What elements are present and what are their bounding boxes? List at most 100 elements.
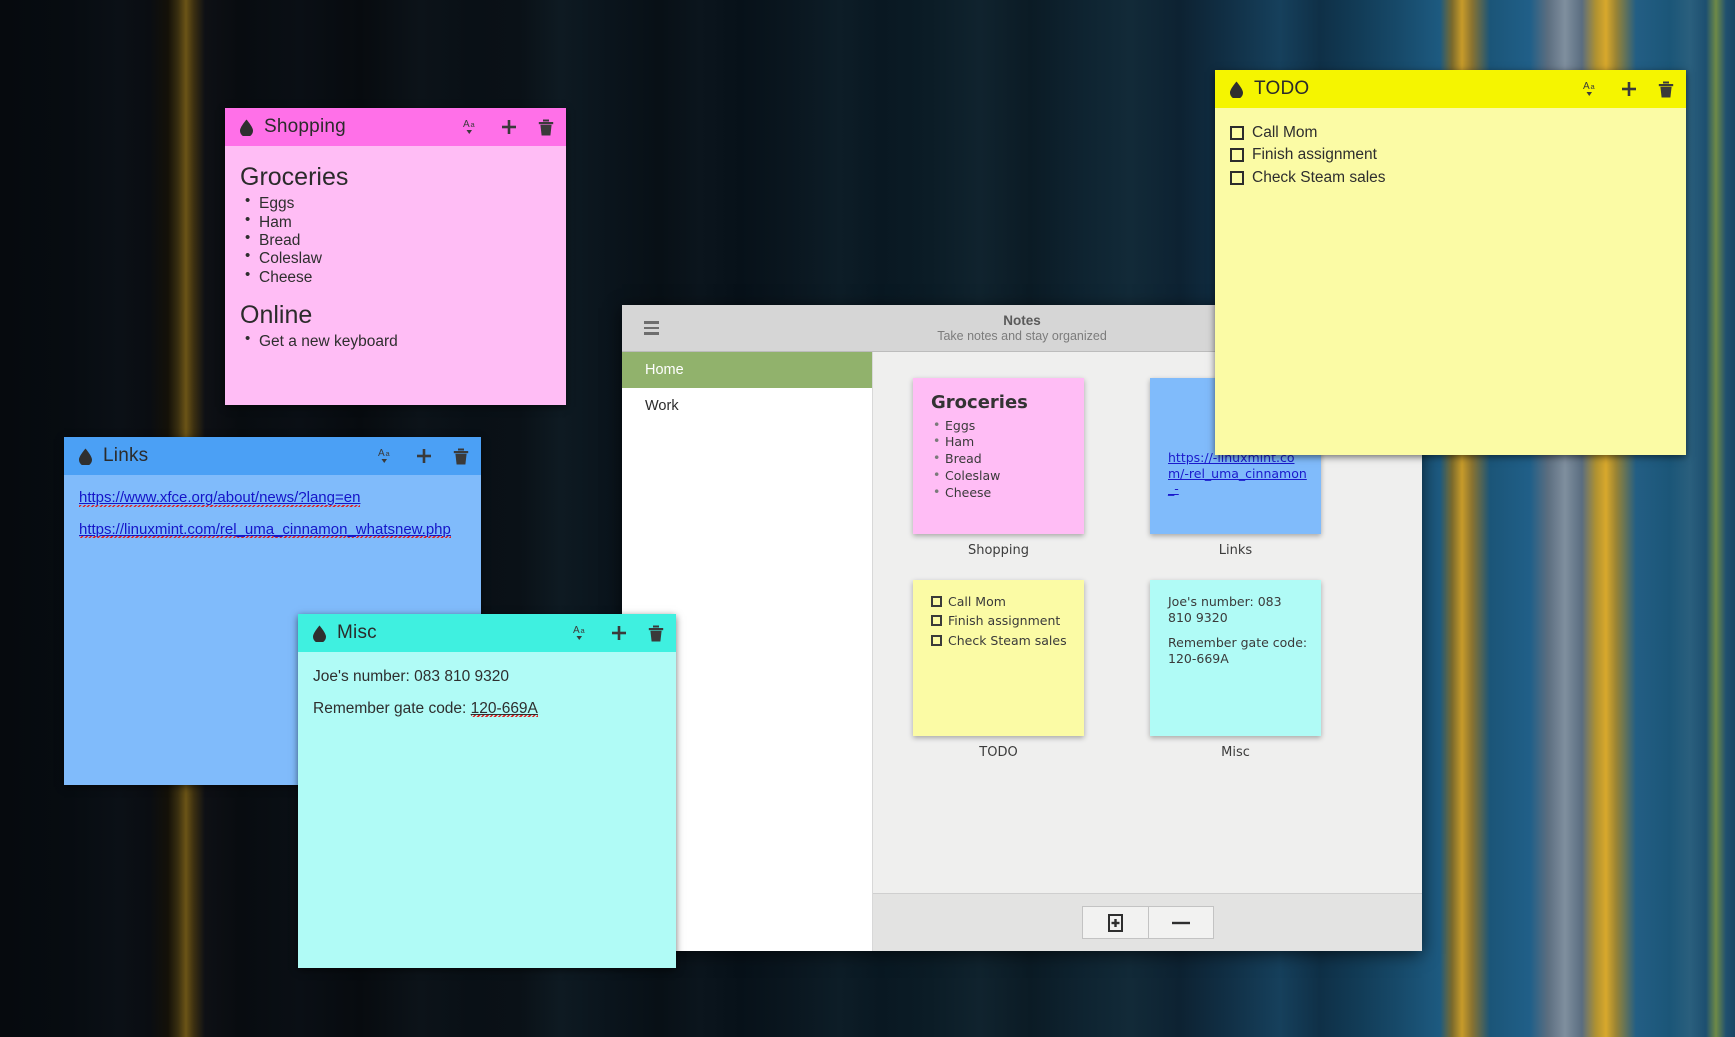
note-list-online: Get a new keyboard xyxy=(240,333,551,350)
note-header: Links A a xyxy=(64,437,481,475)
thumbnail-label: TODO xyxy=(913,745,1084,760)
svg-text:A: A xyxy=(573,625,580,636)
task-label: Call Mom xyxy=(1252,124,1317,142)
list-item: Ham xyxy=(243,214,551,231)
sticky-note-misc[interactable]: Misc A a xyxy=(298,614,676,968)
note-actions: A a xyxy=(378,447,469,465)
note-title: Misc xyxy=(337,622,377,644)
plus-icon[interactable] xyxy=(1621,81,1637,97)
font-size-icon[interactable]: A a xyxy=(378,447,395,465)
thumbnail-list: Eggs Ham Bread Coleslaw Cheese xyxy=(931,418,1072,502)
font-size-icon[interactable]: A a xyxy=(463,118,480,136)
todo-task: Check Steam sales xyxy=(1230,169,1671,187)
svg-text:a: a xyxy=(581,626,586,635)
task-label: Finish assignment xyxy=(948,613,1060,629)
task-label: Check Steam sales xyxy=(948,633,1067,649)
list-item: Bread xyxy=(931,451,1072,468)
thumbnail-cell-todo: Call Mom Finish assignment Check Steam s… xyxy=(913,580,1084,760)
thumbnail-task: Finish assignment xyxy=(931,613,1072,629)
droplet-icon xyxy=(1229,81,1244,98)
checkbox-icon[interactable] xyxy=(1230,126,1244,140)
note-body[interactable]: Joe's number: 083 810 9320 Remember gate… xyxy=(298,652,676,968)
remove-note-button[interactable] xyxy=(1148,906,1214,939)
svg-text:A: A xyxy=(378,448,385,459)
task-label: Call Mom xyxy=(948,594,1006,610)
note-actions: A a xyxy=(573,624,664,642)
note-actions: A a xyxy=(1583,80,1674,98)
note-header: Misc A a xyxy=(298,614,676,652)
minus-icon xyxy=(1172,921,1190,925)
thumbnail-heading: Groceries xyxy=(931,392,1072,415)
font-size-icon[interactable]: A a xyxy=(573,624,590,642)
note-thumbnail-todo[interactable]: Call Mom Finish assignment Check Steam s… xyxy=(913,580,1084,736)
sticky-note-todo[interactable]: TODO A a xyxy=(1215,70,1686,455)
todo-task: Finish assignment xyxy=(1230,146,1671,164)
trash-icon[interactable] xyxy=(538,119,554,136)
plus-icon[interactable] xyxy=(611,625,627,641)
thumbnail-label: Shopping xyxy=(913,543,1084,558)
task-label: Finish assignment xyxy=(1252,146,1377,164)
note-hyperlink[interactable]: https://www.xfce.org/about/news/?lang=en xyxy=(79,489,360,507)
list-item: Coleslaw xyxy=(243,250,551,267)
plus-icon[interactable] xyxy=(501,119,517,135)
note-title: Shopping xyxy=(264,116,346,138)
note-thumbnail-shopping[interactable]: Groceries Eggs Ham Bread Coleslaw Cheese xyxy=(913,378,1084,534)
svg-text:a: a xyxy=(1591,82,1596,91)
sticky-note-shopping[interactable]: Shopping A a xyxy=(225,108,566,405)
notes-footer-toolbar xyxy=(873,893,1422,951)
list-item: Bread xyxy=(243,232,551,249)
checkbox-icon[interactable] xyxy=(931,615,942,626)
note-hyperlink[interactable]: https://linuxmint.com/rel_uma_cinnamon_w… xyxy=(79,521,451,539)
note-header: TODO A a xyxy=(1215,70,1686,108)
list-item: Ham xyxy=(931,434,1072,451)
checkbox-icon[interactable] xyxy=(1230,148,1244,162)
droplet-icon xyxy=(78,448,93,465)
thumbnail-link[interactable]: https://-linuxmint.com/-rel_uma_cinnamon… xyxy=(1168,450,1309,497)
task-label: Check Steam sales xyxy=(1252,169,1386,187)
note-title: TODO xyxy=(1254,78,1309,100)
list-item: Coleslaw xyxy=(931,468,1072,485)
sidebar-item-work[interactable]: Work xyxy=(622,388,872,424)
gate-code-value: 120-669A xyxy=(471,700,538,717)
gate-code-prefix: Remember gate code: xyxy=(313,700,471,717)
note-header: Shopping A a xyxy=(225,108,566,146)
svg-text:A: A xyxy=(463,119,470,130)
checkbox-icon[interactable] xyxy=(931,596,942,607)
plus-icon[interactable] xyxy=(416,448,432,464)
add-note-button[interactable] xyxy=(1082,906,1148,939)
trash-icon[interactable] xyxy=(453,448,469,465)
thumbnail-task: Call Mom xyxy=(931,594,1072,610)
note-body[interactable]: Groceries Eggs Ham Bread Coleslaw Cheese… xyxy=(225,146,566,405)
list-item: Eggs xyxy=(931,418,1072,435)
thumbnail-cell-shopping: Groceries Eggs Ham Bread Coleslaw Cheese… xyxy=(913,378,1084,558)
note-text-line: Remember gate code: 120-669A xyxy=(313,700,661,718)
checkbox-icon[interactable] xyxy=(1230,171,1244,185)
note-text-line: Joe's number: 083 810 9320 xyxy=(313,668,661,686)
note-body[interactable]: Call Mom Finish assignment Check Steam s… xyxy=(1215,108,1686,455)
note-list-groceries: Eggs Ham Bread Coleslaw Cheese xyxy=(240,195,551,286)
thumbnail-cell-misc: Joe's number: 083 810 9320 Remember gate… xyxy=(1150,580,1321,760)
sidebar-item-home[interactable]: Home xyxy=(622,352,872,388)
svg-text:a: a xyxy=(471,120,476,129)
trash-icon[interactable] xyxy=(648,625,664,642)
svg-text:A: A xyxy=(1583,81,1590,92)
thumbnail-text-line: Remember gate code: 120-669A xyxy=(1168,635,1309,666)
list-item: Cheese xyxy=(931,485,1072,502)
list-item: Cheese xyxy=(243,269,551,286)
note-heading: Online xyxy=(240,300,551,331)
note-thumbnail-misc[interactable]: Joe's number: 083 810 9320 Remember gate… xyxy=(1150,580,1321,736)
thumbnail-label: Links xyxy=(1150,543,1321,558)
list-item: Get a new keyboard xyxy=(243,333,551,350)
trash-icon[interactable] xyxy=(1658,81,1674,98)
font-size-icon[interactable]: A a xyxy=(1583,80,1600,98)
thumbnail-text-line: Joe's number: 083 810 9320 xyxy=(1168,594,1309,625)
list-item: Eggs xyxy=(243,195,551,212)
svg-text:a: a xyxy=(386,449,391,458)
checkbox-icon[interactable] xyxy=(931,635,942,646)
note-heading: Groceries xyxy=(240,162,551,193)
note-actions: A a xyxy=(463,118,554,136)
droplet-icon xyxy=(312,625,327,642)
todo-task: Call Mom xyxy=(1230,124,1671,142)
add-note-icon xyxy=(1108,914,1123,932)
desktop-background: Notes Take notes and stay organized Home… xyxy=(0,0,1735,1037)
